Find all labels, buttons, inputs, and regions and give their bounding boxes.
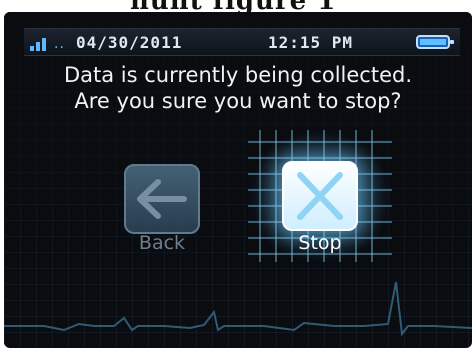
- stop-button-label[interactable]: Stop: [260, 232, 380, 254]
- stop-button[interactable]: [282, 161, 358, 231]
- back-arrow-icon: [137, 179, 187, 219]
- status-time: 12:15 PM: [268, 33, 354, 52]
- signal-strength-icon: ..: [30, 33, 64, 51]
- stop-x-icon: [297, 172, 343, 220]
- back-button-label[interactable]: Back: [102, 232, 222, 254]
- status-date: 04/30/2011: [76, 33, 183, 52]
- device-screen: .. 04/30/2011 12:15 PM Data is currently…: [4, 12, 472, 348]
- status-bar: .. 04/30/2011 12:15 PM: [24, 28, 460, 56]
- battery-full-icon: [416, 35, 454, 49]
- confirm-message-line-2: Are you sure you want to stop?: [74, 89, 402, 113]
- back-button[interactable]: [124, 164, 200, 234]
- confirm-message-line-1: Data is currently being collected.: [63, 63, 413, 87]
